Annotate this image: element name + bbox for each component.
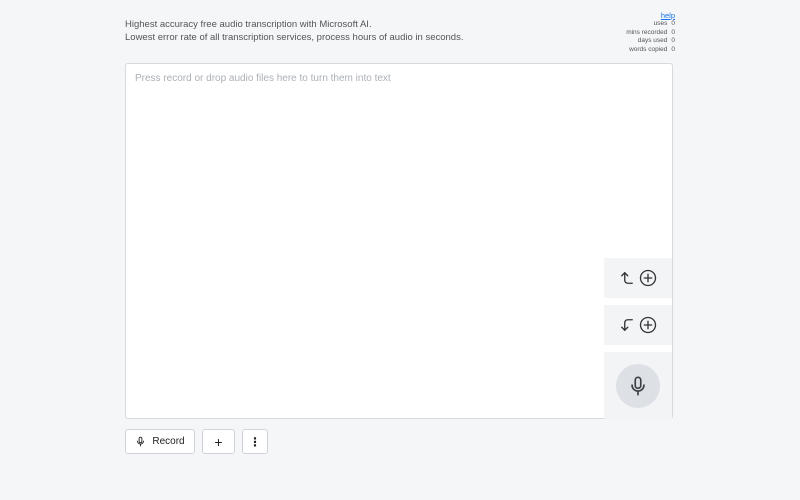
stat-days-used: days used 0 [626, 37, 675, 46]
stat-label: uses [653, 20, 668, 27]
stat-value: 0 [671, 37, 675, 44]
stat-label: mins recorded [626, 28, 668, 36]
tagline-line-1: Highest accuracy free audio transcriptio… [125, 19, 372, 30]
kebab-menu-icon: ⋮ [249, 434, 261, 449]
stat-words-copied: words copied 0 [626, 46, 675, 55]
help-link[interactable]: help [626, 11, 675, 20]
corner-down-arrow-icon [618, 316, 636, 334]
mic-circle [616, 364, 660, 408]
transcription-editor[interactable]: Press record or drop audio files here to… [125, 63, 673, 420]
stat-label: days used [637, 37, 668, 44]
app-page: Highest accuracy free audio transcriptio… [0, 0, 800, 500]
plus-circle-icon [638, 315, 658, 335]
tagline: Highest accuracy free audio transcriptio… [125, 19, 463, 44]
stat-mins-recorded: mins recorded 0 [626, 29, 675, 38]
insert-below-button[interactable] [604, 305, 672, 345]
stat-value: 0 [671, 28, 675, 36]
editor-placeholder: Press record or drop audio files here to… [135, 73, 391, 84]
more-options-button[interactable]: ⋮ [242, 429, 268, 454]
plus-icon: + [214, 433, 223, 450]
record-mic-button[interactable] [604, 352, 672, 420]
plus-circle-icon [638, 268, 658, 288]
tagline-line-2: Lowest error rate of all transcription s… [125, 31, 464, 43]
stat-uses: uses 0 [626, 20, 675, 29]
insert-above-button[interactable] [604, 258, 672, 298]
microphone-icon [627, 375, 649, 397]
stat-value: 0 [671, 45, 675, 53]
add-button[interactable]: + [202, 429, 235, 454]
microphone-icon [135, 436, 146, 447]
corner-up-arrow-icon [618, 269, 636, 287]
bottom-toolbar: Record + ⋮ [125, 429, 268, 454]
record-button-label: Record [152, 436, 185, 447]
stat-value: 0 [671, 20, 675, 27]
usage-stats: help uses 0 mins recorded 0 days used 0 wor… [626, 11, 675, 54]
record-button[interactable]: Record [125, 429, 195, 454]
stat-label: words copied [629, 45, 668, 53]
